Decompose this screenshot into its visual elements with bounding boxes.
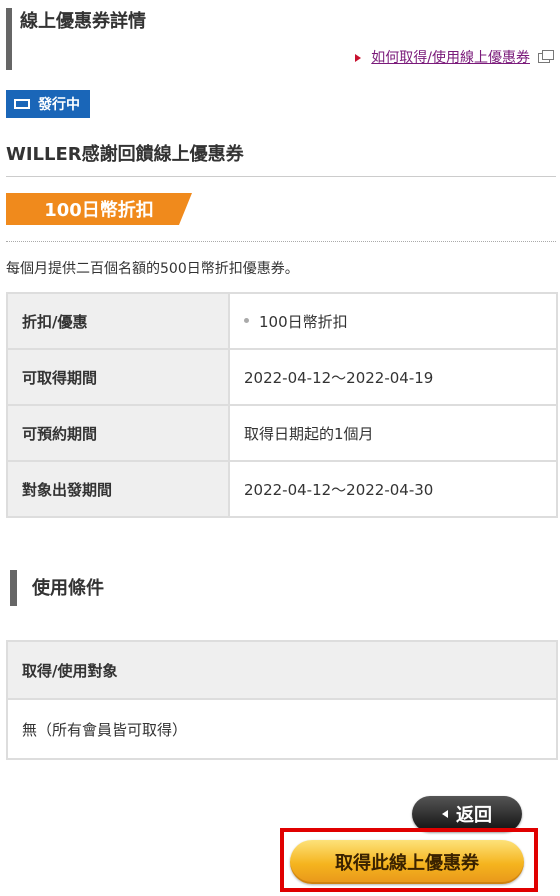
section-accent-bar — [10, 570, 17, 606]
badge-outline-icon — [14, 99, 30, 109]
coupon-detail-page: 線上優惠券詳情 如何取得/使用線上優惠券 發行中 WILLER感謝回饋線上優惠券… — [0, 0, 560, 896]
howto-link-row[interactable]: 如何取得/使用線上優惠券 — [355, 48, 554, 68]
status-badge: 發行中 — [6, 90, 90, 118]
table-row: 折扣/優惠 100日幣折扣 — [6, 292, 558, 350]
section-title: 使用條件 — [32, 578, 104, 599]
status-label: 發行中 — [38, 97, 80, 113]
howto-link[interactable]: 如何取得/使用線上優惠券 — [371, 48, 530, 68]
back-label: 返回 — [456, 805, 492, 826]
page-title: 線上優惠券詳情 — [20, 11, 146, 32]
details-table: 折扣/優惠 100日幣折扣 可取得期間 2022-04-12～2022-04-1… — [6, 292, 558, 518]
detail-key: 可取得期間 — [6, 348, 230, 406]
coupon-name: WILLER感謝回饋線上優惠券 — [6, 140, 556, 177]
title-accent-bar — [6, 8, 12, 70]
detail-key: 折扣/優惠 — [6, 292, 230, 350]
detail-key: 可預約期間 — [6, 404, 230, 462]
discount-tag: 100日幣折扣 — [6, 193, 192, 225]
table-row: 對象出發期間 2022-04-12～2022-04-30 — [6, 460, 558, 518]
bullet-icon — [244, 317, 249, 323]
external-window-icon — [538, 50, 554, 63]
divider — [6, 241, 556, 242]
conditions-head: 取得/使用對象 — [8, 642, 556, 700]
table-row: 可取得期間 2022-04-12～2022-04-19 — [6, 348, 558, 406]
detail-value: 100日幣折扣 — [228, 292, 558, 350]
back-button[interactable]: 返回 — [412, 796, 522, 832]
detail-key: 對象出發期間 — [6, 460, 230, 518]
triangle-right-icon — [355, 54, 362, 62]
detail-value: 2022-04-12～2022-04-19 — [228, 348, 558, 406]
conditions-box: 取得/使用對象 無（所有會員皆可取得） — [6, 640, 558, 760]
table-row: 可預約期間 取得日期起的1個月 — [6, 404, 558, 462]
coupon-description: 每個月提供二百個名額的500日幣折扣優惠券。 — [6, 261, 299, 277]
conditions-body: 無（所有會員皆可取得） — [8, 700, 556, 758]
triangle-left-icon — [442, 810, 448, 818]
get-coupon-button[interactable]: 取得此線上優惠券 — [290, 840, 524, 884]
detail-value: 2022-04-12～2022-04-30 — [228, 460, 558, 518]
detail-value-text: 100日幣折扣 — [259, 312, 348, 331]
detail-value: 取得日期起的1個月 — [228, 404, 558, 462]
